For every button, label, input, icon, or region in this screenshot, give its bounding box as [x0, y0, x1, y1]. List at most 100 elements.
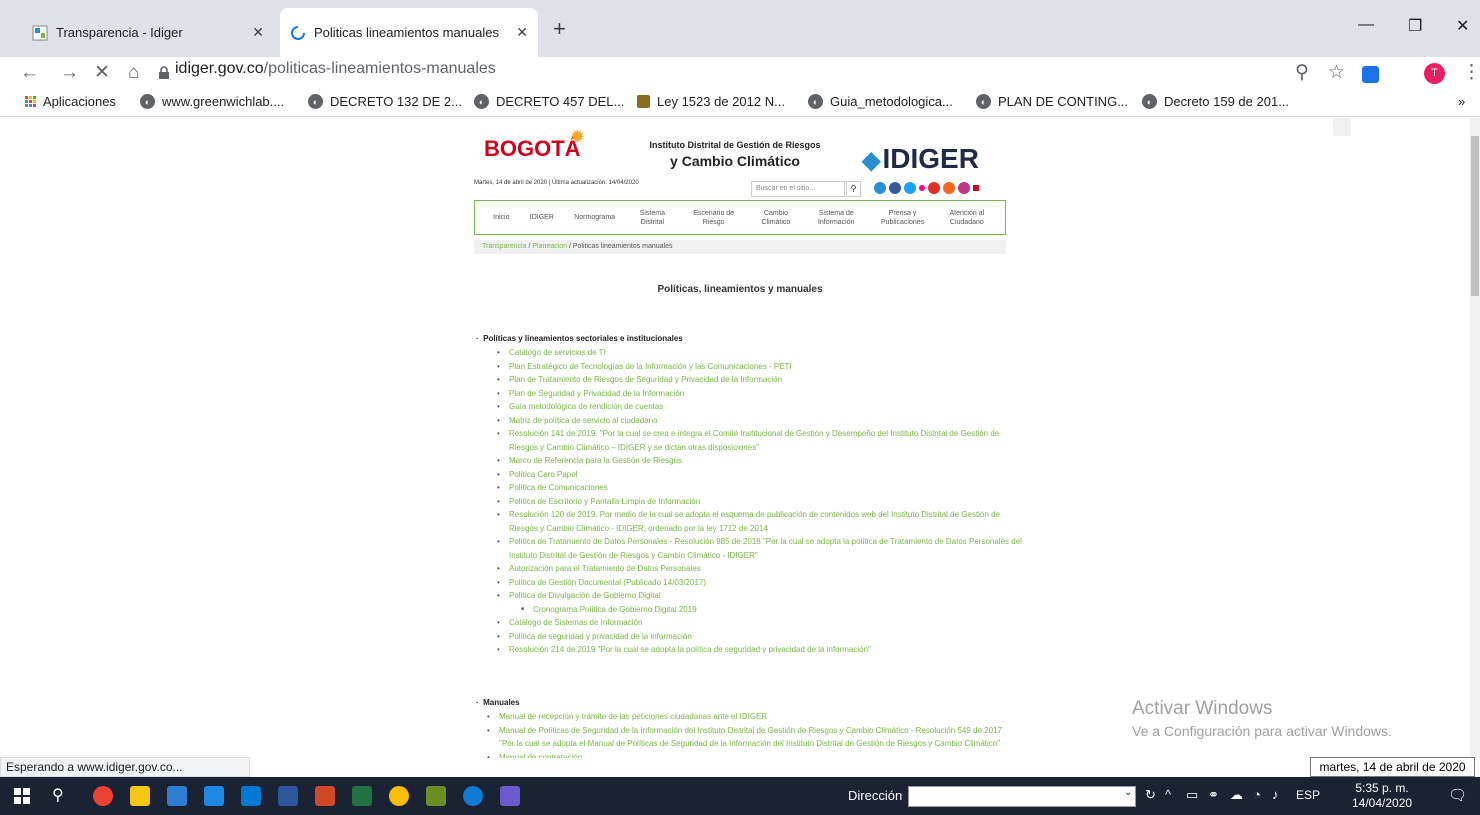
file-explorer-icon[interactable] [130, 786, 150, 806]
address-toolbar-input[interactable] [908, 786, 1136, 807]
edge-icon[interactable] [463, 786, 483, 806]
search-icon[interactable]: ⚲ [846, 181, 861, 197]
list-item[interactable]: Política de seguridad y privacidad de la… [497, 630, 1027, 644]
list-item[interactable]: Catálogo de servicios de TI [497, 346, 1027, 360]
list-item[interactable]: Plan de Seguridad y Privacidad de la Inf… [497, 387, 1027, 401]
site-search-input[interactable]: Buscar en el sitio... [751, 181, 845, 197]
bookmark-item[interactable]: Ley 1523 de 2012 N... [637, 94, 785, 109]
minimize-icon[interactable]: — [1358, 16, 1374, 34]
list-item[interactable]: Catálogo de Sistemas de Información [497, 616, 1027, 630]
list-item[interactable]: Plan Estratégico de Tecnologías de la In… [497, 360, 1027, 374]
bookmarks-more-icon[interactable]: » [1458, 94, 1465, 109]
bogota-logo[interactable]: BOGOTÁ✹ [484, 129, 594, 162]
list-item[interactable]: Autorización para el Tratamiento de Dato… [497, 562, 1027, 576]
stop-icon[interactable]: ✕ [94, 62, 110, 84]
clock[interactable]: 5:35 p. m. 14/04/2020 [1352, 781, 1412, 811]
profile-avatar[interactable]: T [1424, 63, 1445, 84]
nav-sistema-informacion[interactable]: Sistema de Información [814, 209, 858, 227]
bookmark-item[interactable]: ◐ www.greenwichlab.... [140, 94, 284, 109]
forward-icon[interactable]: → [60, 62, 79, 84]
breadcrumb-transparencia[interactable]: Transparencia [482, 243, 527, 250]
star-icon[interactable]: ☆ [1328, 62, 1345, 84]
restore-icon[interactable]: ❐ [1408, 16, 1422, 36]
list-item[interactable]: Manual de Políticas de Seguridad de la I… [487, 724, 1017, 751]
tab-politicas[interactable]: Politicas lineamientos manuales ✕ [280, 8, 538, 57]
chrome-canary-icon[interactable] [389, 786, 409, 806]
sub-list-item[interactable]: Cronograma Política de Gobierno Digital … [521, 603, 1027, 617]
battery-icon[interactable]: ▭ [1186, 787, 1198, 803]
list-item[interactable]: Política Cero Papel [497, 468, 1027, 482]
mail-icon[interactable] [973, 185, 979, 191]
menu-icon[interactable]: ⋮ [1462, 62, 1480, 84]
word-icon[interactable] [278, 786, 298, 806]
refresh-icon[interactable]: ↻ [1145, 787, 1156, 803]
nav-sistema-distrital[interactable]: Sistema Distrital [635, 209, 669, 227]
app-icon[interactable] [426, 786, 446, 806]
instagram-icon[interactable] [958, 182, 970, 194]
list-item[interactable]: Manual de contratación [487, 751, 1017, 759]
zoom-icon[interactable]: ⚲ [1295, 62, 1309, 84]
list-item[interactable]: Resolución 214 de 2019 "Por la cual se a… [497, 643, 1027, 657]
list-item[interactable]: Marco de Referencia para la Gestión de R… [497, 454, 1027, 468]
extension-icon[interactable] [1362, 66, 1379, 83]
close-window-icon[interactable]: ✕ [1456, 16, 1469, 36]
list-item[interactable]: Política de Divulgación de Gobierno Digi… [497, 589, 1027, 603]
bookmark-apps[interactable]: Aplicaciones [25, 94, 116, 109]
list-item[interactable]: Política de Gestión Documental (Publicad… [497, 576, 1027, 590]
page-scrollbar[interactable] [1470, 118, 1480, 758]
flickr-icon[interactable] [919, 185, 925, 191]
chevron-down-icon[interactable]: ⌄ [1124, 787, 1132, 798]
close-tab-icon[interactable]: ✕ [252, 24, 264, 41]
bookmark-item[interactable]: ◐ PLAN DE CONTING... [976, 94, 1128, 109]
bookmark-item[interactable]: ◐ DECRETO 132 DE 2... [308, 94, 462, 109]
windows-start-icon[interactable] [14, 788, 30, 809]
app-icon[interactable] [500, 786, 520, 806]
plus-icon[interactable]: + [553, 18, 566, 40]
facebook-icon[interactable] [889, 182, 901, 194]
notifications-icon[interactable]: 🗨 [1448, 786, 1467, 804]
powerpoint-icon[interactable] [315, 786, 335, 806]
address-bar[interactable]: idiger.gov.co/politicas-lineamientos-man… [175, 57, 496, 81]
home-icon[interactable]: ⌂ [128, 62, 139, 84]
list-item[interactable]: Política de Comunicaciones [497, 481, 1027, 495]
chevron-up-icon[interactable]: ^ [1165, 787, 1171, 802]
rss-icon[interactable] [943, 182, 955, 194]
breadcrumb-planeacion[interactable]: Planeacion [532, 243, 567, 250]
list-item[interactable]: Manual de recepción y trámite de las pet… [487, 710, 1017, 724]
idiger-logo[interactable]: ◆IDIGER [862, 143, 979, 175]
bookmark-item[interactable]: ◐ Guia_metodologica... [808, 94, 953, 109]
twitter-icon[interactable] [904, 182, 916, 194]
list-item[interactable]: Política de Tratamiento de Datos Persona… [497, 535, 1027, 562]
volume-icon[interactable]: ♪ [1272, 787, 1279, 802]
bookmark-item[interactable]: ◐ DECRETO 457 DEL... [474, 94, 624, 109]
close-tab-icon[interactable]: ✕ [516, 24, 528, 41]
nav-idiger[interactable]: IDIGER [530, 213, 554, 222]
nav-cambio-climatico[interactable]: Cambio Climático [758, 209, 794, 227]
nav-inicio[interactable]: Inicio [493, 213, 509, 222]
mail-icon[interactable] [241, 786, 261, 806]
bookmark-item[interactable]: ◐ Decreto 159 de 201... [1142, 94, 1289, 109]
nav-atencion[interactable]: Atención al Ciudadano [947, 209, 987, 227]
list-item[interactable]: Resolución 120 de 2019. Por medio de la … [497, 508, 1027, 535]
youtube-icon[interactable] [928, 182, 940, 194]
list-item[interactable]: Resolución 141 de 2019. "Por la cual se … [497, 427, 1027, 454]
list-item[interactable]: Matriz de política de servicio al ciudad… [497, 414, 1027, 428]
search-icon[interactable]: ⚲ [52, 785, 64, 805]
tab-transparencia[interactable]: Transparencia - Idiger ✕ [22, 8, 274, 57]
list-item[interactable]: Plan de Tratamiento de Riesgos de Seguri… [497, 373, 1027, 387]
excel-icon[interactable] [352, 786, 372, 806]
app-icon[interactable] [167, 786, 187, 806]
scroll-top-button[interactable] [1333, 118, 1351, 136]
nav-escenario-riesgo[interactable]: Escenario de Riesgo [690, 209, 738, 227]
accessibility-icon[interactable] [874, 182, 886, 194]
list-item[interactable]: Política de Escritorio y Pantalla Limpia… [497, 495, 1027, 509]
onedrive-icon[interactable]: ☁ [1230, 787, 1243, 803]
nav-normograma[interactable]: Normograma [574, 213, 615, 222]
nav-prensa[interactable]: Prensa y Publicaciones [879, 209, 927, 227]
wifi-icon[interactable]: ◔ [1253, 787, 1261, 802]
back-icon[interactable]: ← [20, 62, 39, 84]
store-icon[interactable] [204, 786, 224, 806]
network-icon[interactable]: ⚭ [1208, 787, 1219, 803]
scroll-thumb[interactable] [1471, 136, 1479, 296]
chrome-icon[interactable] [93, 786, 113, 806]
